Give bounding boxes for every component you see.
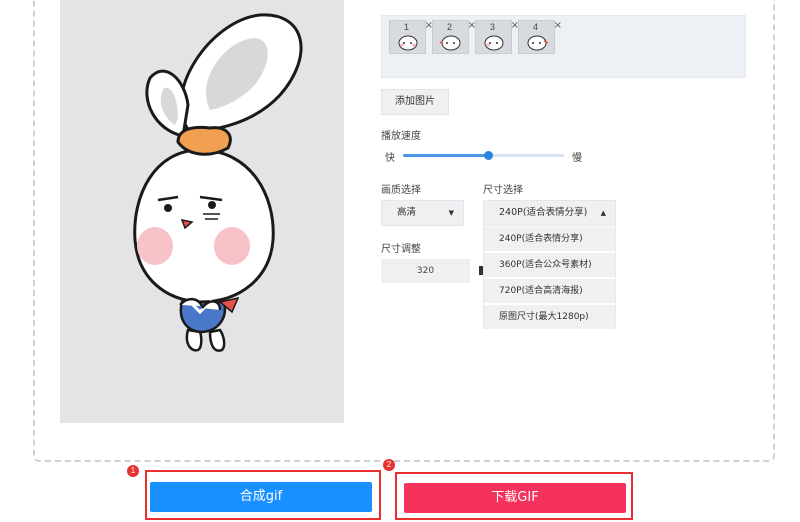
frame-thumb[interactable]: 4 × (518, 20, 562, 54)
speed-label: 播放速度 (381, 131, 421, 142)
compose-gif-button[interactable]: 合成gif (150, 482, 372, 512)
quality-select[interactable]: 高清 ▼ (381, 200, 464, 226)
frame-preview-image (527, 35, 549, 51)
speed-slow-label: 慢 (572, 153, 582, 164)
resize-input[interactable]: 320 (381, 259, 470, 283)
frame-thumb[interactable]: 3 × (475, 20, 519, 54)
frame-preview-image (398, 35, 418, 51)
size-option[interactable]: 原图尺寸(最大1280p) (484, 305, 615, 329)
gif-preview (60, 0, 344, 423)
speed-slider[interactable] (403, 151, 564, 160)
caret-up-icon: ▲ (600, 209, 606, 217)
step-badge: 1 (127, 465, 139, 477)
frame-list: 1 × 2 × 3 × 4 × (381, 15, 746, 78)
size-selected-value: 240P(适合表情分享) (499, 207, 588, 218)
size-option[interactable]: 240P(适合表情分享) (484, 227, 615, 251)
speed-slider-fill (403, 154, 489, 157)
frame-thumb[interactable]: 1 × (389, 20, 433, 54)
frame-preview-image (439, 35, 461, 51)
step-badge: 2 (383, 459, 395, 471)
size-label: 尺寸选择 (483, 185, 523, 196)
speed-fast-label: 快 (385, 153, 395, 164)
quality-label: 画质选择 (381, 185, 421, 196)
download-gif-button[interactable]: 下载GIF (404, 483, 626, 513)
size-option[interactable]: 360P(适合公众号素材) (484, 253, 615, 277)
frame-number: 1 (404, 22, 410, 32)
size-dropdown-menu: 240P(适合表情分享) 360P(适合公众号素材) 720P(适合高清海报) … (483, 225, 616, 329)
frame-number: 3 (490, 22, 496, 32)
frame-thumb[interactable]: 2 × (432, 20, 476, 54)
resize-label: 尺寸调整 (381, 244, 421, 255)
frame-preview-image (484, 35, 504, 51)
close-icon[interactable]: × (554, 21, 562, 31)
quality-selected-value: 高清 (397, 207, 417, 218)
caret-down-icon: ▼ (448, 209, 454, 217)
size-option[interactable]: 720P(适合高清海报) (484, 279, 615, 303)
rabbit-character-image (133, 13, 303, 352)
frame-number: 2 (447, 22, 453, 32)
frame-number: 4 (533, 22, 539, 32)
size-select[interactable]: 240P(适合表情分享) ▲ (483, 200, 616, 226)
add-image-button[interactable]: 添加图片 (381, 89, 449, 115)
